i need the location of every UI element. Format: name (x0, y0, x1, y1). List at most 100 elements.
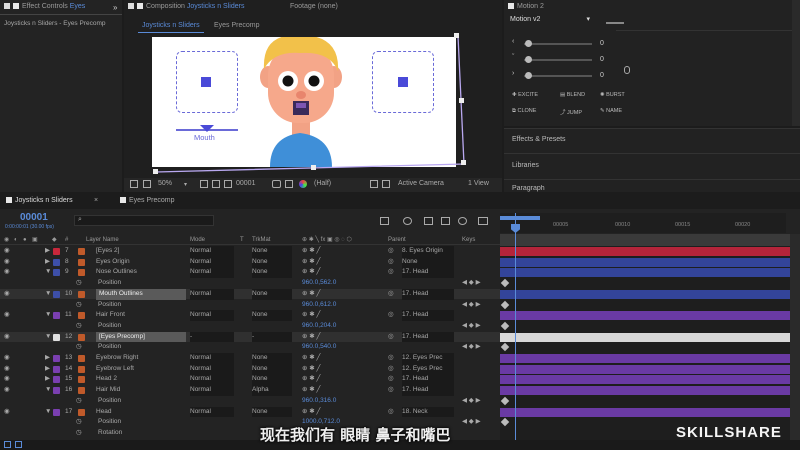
pickwhip-icon[interactable]: ◎ (388, 267, 394, 278)
lock-icon[interactable]: ▣ (32, 235, 38, 245)
motion-blur-icon[interactable] (458, 217, 467, 225)
mode-select[interactable]: Normal (190, 353, 234, 364)
monitor-icon[interactable] (130, 180, 138, 188)
effect-controls-tab[interactable]: Effect Controls Eyes (4, 0, 85, 14)
layer-row[interactable]: ◉ ▼ 12 [Eyes Precomp] - - ⊕ ✱ ╱ ◎ 17. Head (0, 331, 500, 343)
eye-icon[interactable]: ◉ (4, 385, 10, 396)
layer-row[interactable]: ◉ ▶ 8 Eyes Origin Normal None ⊕ ✱ ╱ ◎ None (0, 256, 500, 268)
excite-button[interactable]: ✚ EXCITE (512, 92, 538, 98)
label-color-swatch[interactable] (53, 355, 60, 362)
property-row[interactable]: ◷ Position 960.0,204.0 ◀ ◆ ▶ (0, 321, 500, 332)
timeline-scrollbar[interactable] (790, 234, 800, 440)
safe-zones-icon[interactable] (200, 180, 208, 188)
panel-menu-icon[interactable]: » (113, 3, 117, 12)
parent-select[interactable]: 8. Eyes Origin (402, 246, 454, 257)
twirl-arrow-icon[interactable]: ▼ (45, 267, 51, 278)
layer-switches[interactable]: ⊕ ✱ ╱ (302, 364, 320, 375)
mode-select[interactable]: Normal (190, 288, 234, 300)
layer-name[interactable]: Head 2 (96, 374, 117, 385)
layer-duration-bar[interactable] (500, 364, 790, 374)
pickwhip-icon[interactable]: ◎ (388, 310, 394, 321)
eye-icon[interactable]: ◉ (4, 353, 10, 364)
mask-icon[interactable] (224, 180, 232, 188)
layer-switches[interactable]: ⊕ ✱ ╱ (302, 353, 320, 364)
timeline-tab-eyes-precomp[interactable]: Eyes Precomp (120, 197, 175, 204)
stopwatch-icon[interactable]: ◷ (76, 417, 82, 428)
toggle-modes-icon[interactable] (15, 441, 22, 448)
graph-editor-icon[interactable] (478, 217, 488, 225)
eye-icon[interactable]: ◉ (4, 332, 10, 343)
pickwhip-icon[interactable]: ◎ (388, 353, 394, 364)
trkmat-select[interactable]: None (252, 267, 292, 279)
label-color-swatch[interactable] (53, 387, 60, 395)
layer-switches[interactable]: ⊕ ✱ ╱ (302, 374, 320, 385)
label-color-swatch[interactable] (53, 290, 60, 298)
keyframe-navigator-icon[interactable]: ◀ ◆ ▶ (462, 321, 481, 332)
layer-row[interactable]: ◉ ▶ 15 Head 2 Normal None ⊕ ✱ ╱ ◎ 17. Head (0, 374, 500, 386)
keyframe-marker[interactable] (500, 396, 510, 406)
label-color-swatch[interactable] (53, 269, 60, 277)
property-row[interactable]: ◷ Position 960.0,540.0 ◀ ◆ ▶ (0, 342, 500, 353)
trkmat-select[interactable]: None (252, 353, 292, 364)
pickwhip-icon[interactable]: ◎ (388, 257, 394, 268)
layer-switches[interactable]: ⊕ ✱ ╱ (302, 267, 320, 278)
pickwhip-icon[interactable]: ◎ (388, 374, 394, 385)
twirl-arrow-icon[interactable]: ▼ (45, 385, 51, 396)
twirl-arrow-icon[interactable]: ▶ (45, 364, 50, 375)
trkmat-select[interactable]: None (252, 288, 292, 300)
snapshot-icon[interactable] (285, 180, 293, 188)
timeline-tab-joysticks[interactable]: Joysticks n Sliders (6, 197, 73, 204)
eye-icon[interactable]: ◉ (4, 235, 9, 245)
layer-search-input[interactable]: ⌕ (74, 215, 214, 226)
mode-select[interactable]: Normal (190, 310, 234, 321)
property-value[interactable]: 960.0,204.0 (302, 321, 336, 332)
trkmat-select[interactable]: None (252, 310, 292, 321)
blend-button[interactable]: ▤ BLEND (560, 92, 585, 98)
region-icon[interactable] (143, 180, 151, 188)
grid-icon[interactable] (212, 180, 220, 188)
pickwhip-icon[interactable]: ◎ (388, 364, 394, 375)
layer-switches[interactable]: ⊕ ✱ ╱ (302, 407, 320, 418)
layer-duration-bar[interactable] (500, 311, 790, 321)
pickwhip-icon[interactable]: ◎ (388, 332, 394, 343)
parent-select[interactable]: 12. Eyes Prec (402, 363, 454, 375)
property-row[interactable]: ◷ Position 960.0,562.0 ◀ ◆ ▶ (0, 278, 500, 289)
layer-row[interactable]: ◉ ▼ 10 Mouth Outlines Normal None ⊕ ✱ ╱ ◎ 17. He… (0, 288, 500, 300)
scrollbar[interactable] (792, 0, 800, 126)
twirl-arrow-icon[interactable]: ▶ (45, 257, 50, 268)
layer-duration-bar[interactable] (500, 289, 790, 299)
eye-icon[interactable]: ◉ (4, 246, 10, 257)
color-channels-icon[interactable] (299, 180, 307, 188)
stopwatch-icon[interactable]: ◷ (76, 342, 82, 353)
audio-icon[interactable]: ◐ (14, 235, 18, 245)
chevron-down-icon[interactable]: ▾ (184, 181, 187, 188)
eye-icon[interactable]: ◉ (4, 289, 10, 300)
keyframe-navigator-icon[interactable]: ◀ ◆ ▶ (462, 300, 481, 311)
draft-3d-icon[interactable] (403, 217, 412, 225)
pickwhip-icon[interactable]: ◎ (388, 385, 394, 396)
twirl-arrow-icon[interactable]: ▶ (45, 353, 50, 364)
label-color-swatch[interactable] (53, 333, 60, 341)
trkmat-select[interactable]: None (252, 363, 292, 375)
eye-icon[interactable]: ◉ (4, 374, 10, 385)
layer-name[interactable]: Hair Front (96, 310, 125, 321)
stopwatch-icon[interactable]: ◷ (76, 278, 82, 289)
motion-slider-handle[interactable] (525, 56, 532, 63)
layer-duration-bar[interactable] (500, 375, 790, 385)
trkmat-select[interactable]: None (252, 406, 292, 418)
shy-icon[interactable] (424, 217, 433, 225)
pickwhip-icon[interactable]: ◎ (388, 289, 394, 300)
parent-column-header[interactable]: Parent (388, 235, 406, 245)
mode-select[interactable]: Normal (190, 374, 234, 386)
mode-select[interactable]: Normal (190, 246, 234, 257)
eye-icon[interactable]: ◉ (4, 310, 10, 321)
stopwatch-icon[interactable]: ◷ (76, 428, 82, 439)
toggle-switches-icon[interactable] (4, 441, 11, 448)
layer-name[interactable]: Mouth Outlines (96, 288, 186, 300)
parent-select[interactable]: 17. Head (402, 331, 454, 343)
layer-name[interactable]: Hair Mid (96, 385, 120, 396)
layer-name[interactable]: Eyebrow Right (96, 353, 138, 364)
keyframe-navigator-icon[interactable]: ◀ ◆ ▶ (462, 342, 481, 353)
parent-select[interactable]: 17. Head (402, 267, 454, 279)
property-value[interactable]: 960.0,540.0 (302, 342, 336, 353)
